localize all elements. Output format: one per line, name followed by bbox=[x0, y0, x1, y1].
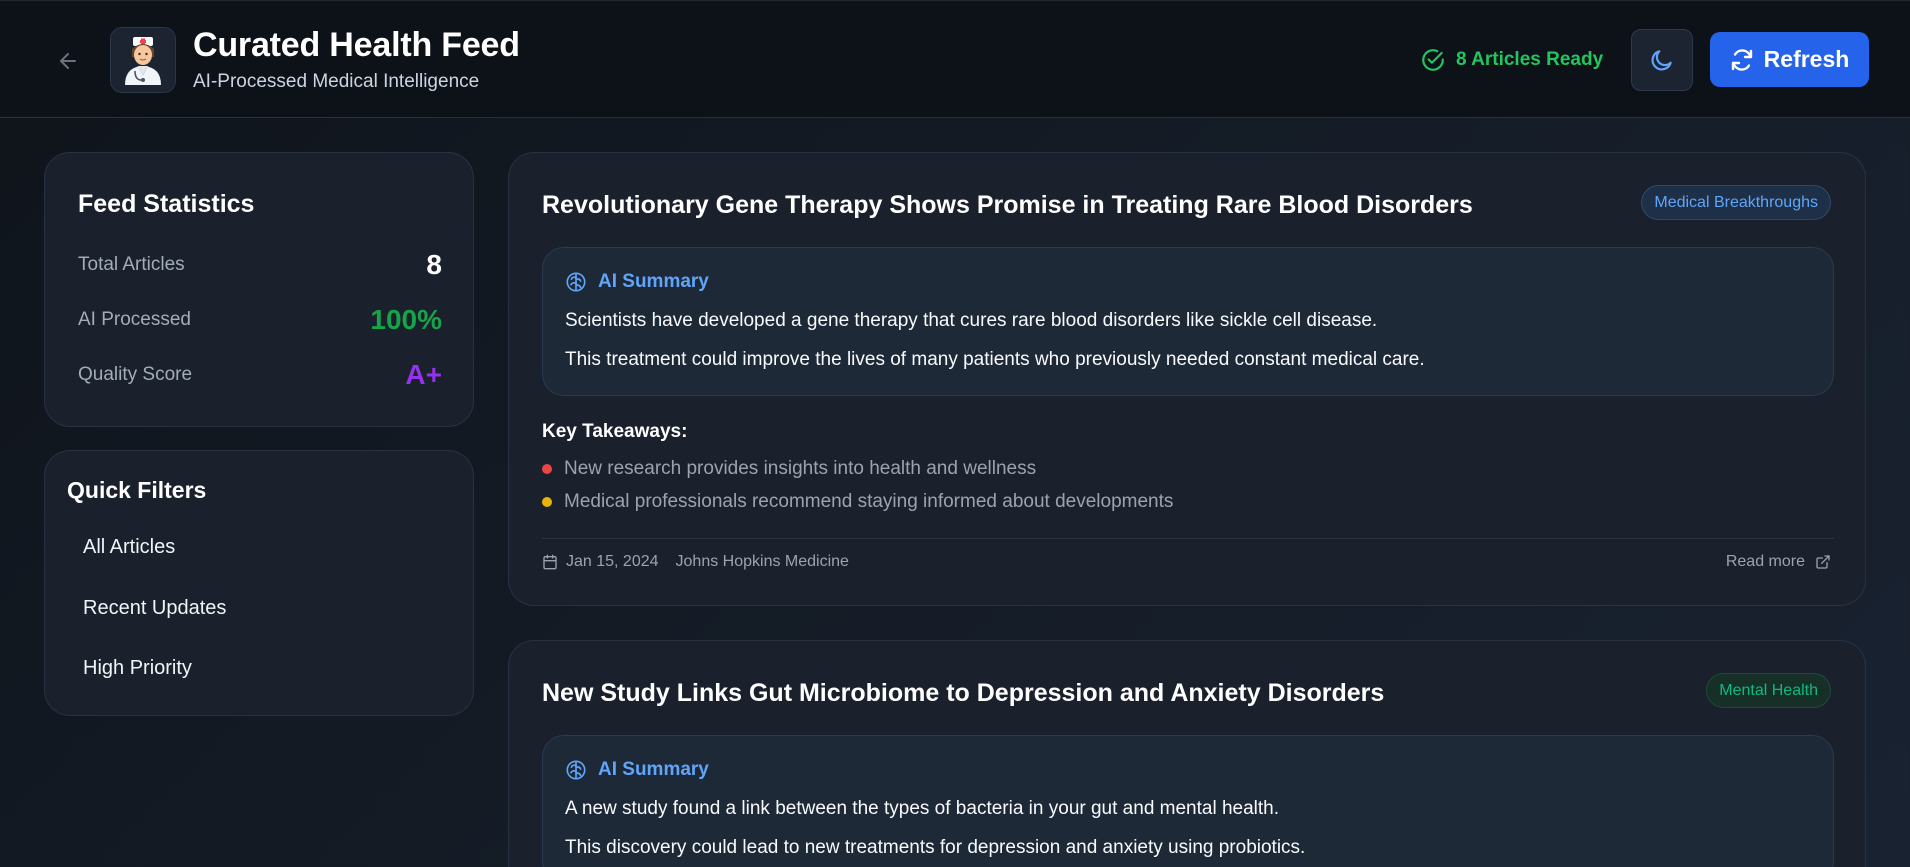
quick-filters-card: Quick Filters All Articles Recent Update… bbox=[44, 450, 474, 716]
feed-statistics-title: Feed Statistics bbox=[78, 190, 255, 218]
moon-icon bbox=[1651, 50, 1672, 71]
divider bbox=[542, 538, 1834, 539]
ai-summary-header: AI Summary bbox=[565, 759, 709, 781]
app-subtitle: AI-Processed Medical Intelligence bbox=[193, 71, 480, 92]
ai-summary-label: AI Summary bbox=[598, 759, 709, 780]
doctor-avatar-icon bbox=[125, 37, 161, 85]
stat-label: AI Processed bbox=[78, 309, 191, 330]
stat-total-articles: Total Articles 8 bbox=[78, 245, 442, 285]
stat-ai-processed: AI Processed 100% bbox=[78, 300, 442, 340]
calendar-icon bbox=[543, 554, 557, 570]
stat-label: Quality Score bbox=[78, 364, 193, 385]
app-logo bbox=[110, 27, 176, 93]
takeaway-text: New research provides insights into heal… bbox=[564, 458, 1037, 479]
takeaway-item: Medical professionals recommend staying … bbox=[542, 491, 1173, 513]
article-card: New Study Links Gut Microbiome to Depres… bbox=[508, 640, 1866, 867]
top-header: Curated Health Feed AI-Processed Medical… bbox=[0, 0, 1910, 118]
key-takeaways-title: Key Takeaways: bbox=[542, 421, 688, 442]
brain-icon bbox=[566, 760, 586, 780]
check-circle-icon bbox=[1422, 49, 1444, 71]
article-title[interactable]: Revolutionary Gene Therapy Shows Promise… bbox=[542, 191, 1473, 220]
ai-summary-label: AI Summary bbox=[598, 271, 709, 292]
summary-line: A new study found a link between the typ… bbox=[565, 798, 1280, 819]
article-source: Johns Hopkins Medicine bbox=[675, 553, 849, 570]
stat-label: Total Articles bbox=[78, 254, 185, 275]
filter-high-priority[interactable]: High Priority bbox=[83, 657, 192, 680]
ai-summary-box: AI Summary Scientists have developed a g… bbox=[542, 247, 1834, 396]
takeaway-text: Medical professionals recommend staying … bbox=[564, 491, 1174, 512]
article-card: Revolutionary Gene Therapy Shows Promise… bbox=[508, 152, 1866, 606]
refresh-button[interactable]: Refresh bbox=[1710, 32, 1869, 87]
stat-value: A+ bbox=[405, 359, 442, 390]
filter-recent-updates[interactable]: Recent Updates bbox=[83, 597, 226, 620]
summary-line: This discovery could lead to new treatme… bbox=[565, 837, 1306, 858]
stat-value: 100% bbox=[370, 304, 442, 335]
brain-icon bbox=[566, 272, 586, 292]
summary-line: This treatment could improve the lives o… bbox=[565, 349, 1425, 370]
refresh-icon bbox=[1731, 48, 1752, 71]
ai-summary-box: AI Summary A new study found a link betw… bbox=[542, 735, 1834, 867]
category-tag[interactable]: Medical Breakthroughs bbox=[1641, 185, 1831, 220]
arrow-left-icon bbox=[60, 53, 76, 69]
filter-all-articles[interactable]: All Articles bbox=[83, 536, 175, 559]
takeaway-item: New research provides insights into heal… bbox=[542, 458, 1036, 480]
app-title: Curated Health Feed bbox=[193, 26, 520, 64]
summary-line: Scientists have developed a gene therapy… bbox=[565, 310, 1378, 331]
red-dot-icon bbox=[542, 464, 552, 474]
feed-statistics-card: Feed Statistics Total Articles 8 AI Proc… bbox=[44, 152, 474, 427]
yellow-dot-icon bbox=[542, 497, 552, 507]
ai-summary-header: AI Summary bbox=[565, 271, 709, 293]
article-meta: Jan 15, 2024 Johns Hopkins Medicine bbox=[542, 553, 849, 571]
theme-toggle-button[interactable] bbox=[1631, 29, 1693, 91]
article-date: Jan 15, 2024 bbox=[566, 553, 659, 570]
read-more-label: Read more bbox=[1725, 553, 1805, 570]
quick-filters-title: Quick Filters bbox=[67, 477, 207, 503]
read-more-link[interactable]: Read more bbox=[1726, 553, 1831, 571]
external-link-icon bbox=[1816, 555, 1830, 569]
stat-quality-score: Quality Score A+ bbox=[78, 355, 442, 395]
stat-value: 8 bbox=[426, 249, 442, 280]
back-button[interactable] bbox=[52, 45, 84, 77]
category-tag[interactable]: Mental Health bbox=[1706, 673, 1831, 708]
refresh-label: Refresh bbox=[1763, 46, 1850, 72]
article-title[interactable]: New Study Links Gut Microbiome to Depres… bbox=[542, 679, 1384, 708]
articles-ready-status: 8 Articles Ready bbox=[1420, 45, 1603, 75]
status-text: 8 Articles Ready bbox=[1456, 49, 1604, 70]
